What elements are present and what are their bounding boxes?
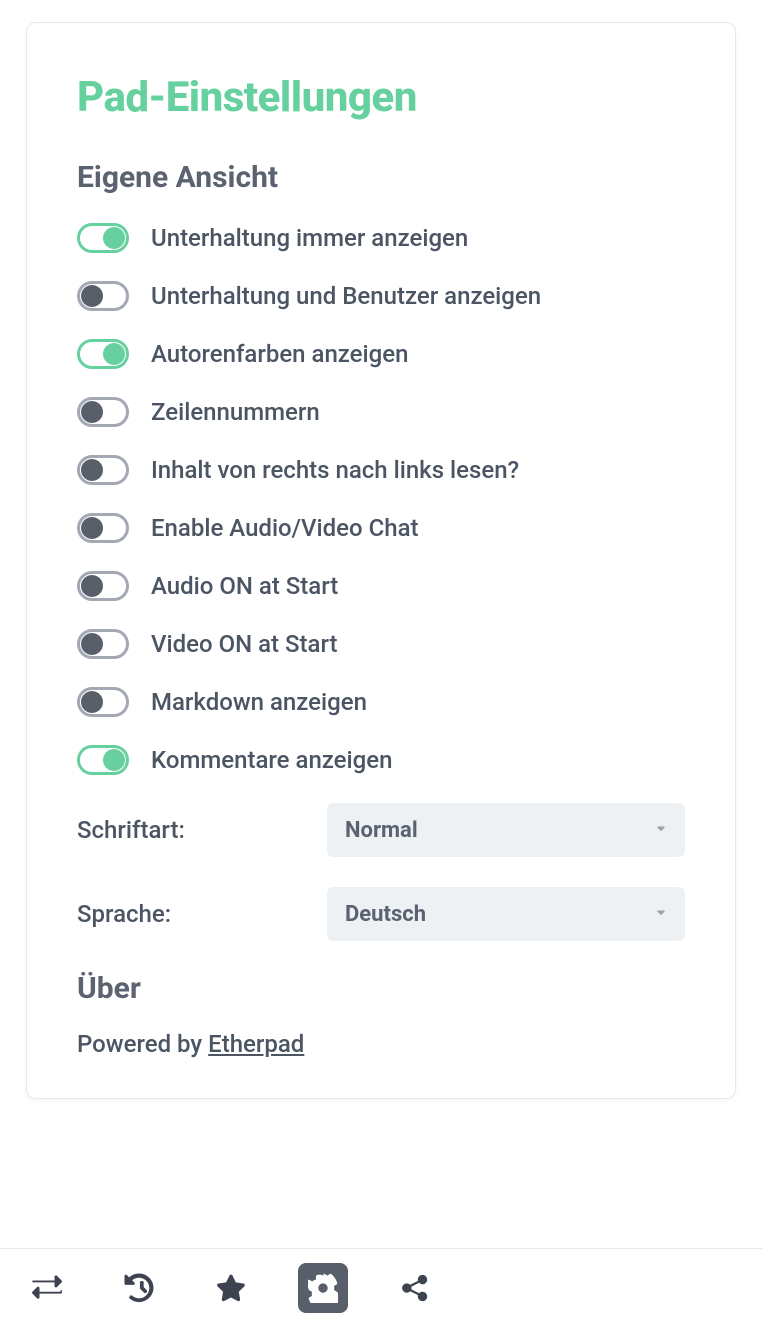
toggle-switch[interactable] xyxy=(77,629,129,659)
toggle-row: Audio ON at Start xyxy=(77,571,685,601)
chevron-down-icon xyxy=(655,822,667,838)
toggle-switch[interactable] xyxy=(77,455,129,485)
toggle-knob xyxy=(81,285,103,307)
toggle-label: Video ON at Start xyxy=(151,630,338,658)
history-icon xyxy=(124,1273,154,1303)
toggle-row: Kommentare anzeigen xyxy=(77,745,685,775)
font-select[interactable]: Normal xyxy=(327,803,685,857)
page-title: Pad-Einstellungen xyxy=(77,73,685,122)
toggle-label: Unterhaltung immer anzeigen xyxy=(151,224,468,252)
exchange-button[interactable] xyxy=(22,1263,72,1313)
history-button[interactable] xyxy=(114,1263,164,1313)
powered-by: Powered by Etherpad xyxy=(77,1030,685,1058)
toggle-row: Inhalt von rechts nach links lesen? xyxy=(77,455,685,485)
gear-icon xyxy=(308,1273,338,1303)
settings-panel: Pad-Einstellungen Eigene Ansicht Unterha… xyxy=(26,22,736,1099)
toggle-label: Markdown anzeigen xyxy=(151,688,367,716)
toggle-knob xyxy=(103,749,125,771)
section-view-heading: Eigene Ansicht xyxy=(77,160,685,195)
toggle-knob xyxy=(81,517,103,539)
toggle-switch[interactable] xyxy=(77,687,129,717)
toggle-knob xyxy=(103,343,125,365)
toggle-knob xyxy=(81,691,103,713)
toggle-list: Unterhaltung immer anzeigen Unterhaltung … xyxy=(77,223,685,775)
font-select-value: Normal xyxy=(345,818,418,843)
toggle-label: Kommentare anzeigen xyxy=(151,746,392,774)
font-row: Schriftart: Normal xyxy=(77,803,685,857)
font-label: Schriftart: xyxy=(77,816,327,844)
toggle-switch[interactable] xyxy=(77,223,129,253)
settings-button[interactable] xyxy=(298,1263,348,1313)
toggle-row: Unterhaltung und Benutzer anzeigen xyxy=(77,281,685,311)
toggle-knob xyxy=(81,633,103,655)
star-button[interactable] xyxy=(206,1263,256,1313)
toggle-switch[interactable] xyxy=(77,339,129,369)
toggle-label: Enable Audio/Video Chat xyxy=(151,514,419,542)
toggle-label: Audio ON at Start xyxy=(151,572,338,600)
exchange-icon xyxy=(32,1273,62,1303)
share-button[interactable] xyxy=(390,1263,440,1313)
lang-row: Sprache: Deutsch xyxy=(77,887,685,941)
toggle-row: Video ON at Start xyxy=(77,629,685,659)
toggle-row: Autorenfarben anzeigen xyxy=(77,339,685,369)
toggle-label: Unterhaltung und Benutzer anzeigen xyxy=(151,282,541,310)
toggle-switch[interactable] xyxy=(77,745,129,775)
share-icon xyxy=(400,1273,430,1303)
toggle-switch[interactable] xyxy=(77,513,129,543)
toggle-label: Inhalt von rechts nach links lesen? xyxy=(151,456,519,484)
lang-select-value: Deutsch xyxy=(345,902,426,927)
toggle-row: Markdown anzeigen xyxy=(77,687,685,717)
toggle-label: Autorenfarben anzeigen xyxy=(151,340,408,368)
toggle-knob xyxy=(81,575,103,597)
chevron-down-icon xyxy=(655,906,667,922)
toggle-knob xyxy=(81,459,103,481)
section-about-heading: Über xyxy=(77,971,685,1006)
toggle-switch[interactable] xyxy=(77,397,129,427)
toggle-row: Unterhaltung immer anzeigen xyxy=(77,223,685,253)
toggle-knob xyxy=(103,227,125,249)
etherpad-link[interactable]: Etherpad xyxy=(208,1030,304,1058)
lang-label: Sprache: xyxy=(77,900,327,928)
lang-select[interactable]: Deutsch xyxy=(327,887,685,941)
toggle-knob xyxy=(81,401,103,423)
toggle-switch[interactable] xyxy=(77,281,129,311)
bottom-toolbar xyxy=(0,1248,762,1326)
toggle-row: Enable Audio/Video Chat xyxy=(77,513,685,543)
star-icon xyxy=(216,1273,246,1303)
toggle-switch[interactable] xyxy=(77,571,129,601)
toggle-label: Zeilennummern xyxy=(151,398,320,426)
toggle-row: Zeilennummern xyxy=(77,397,685,427)
powered-prefix: Powered by xyxy=(77,1030,208,1058)
